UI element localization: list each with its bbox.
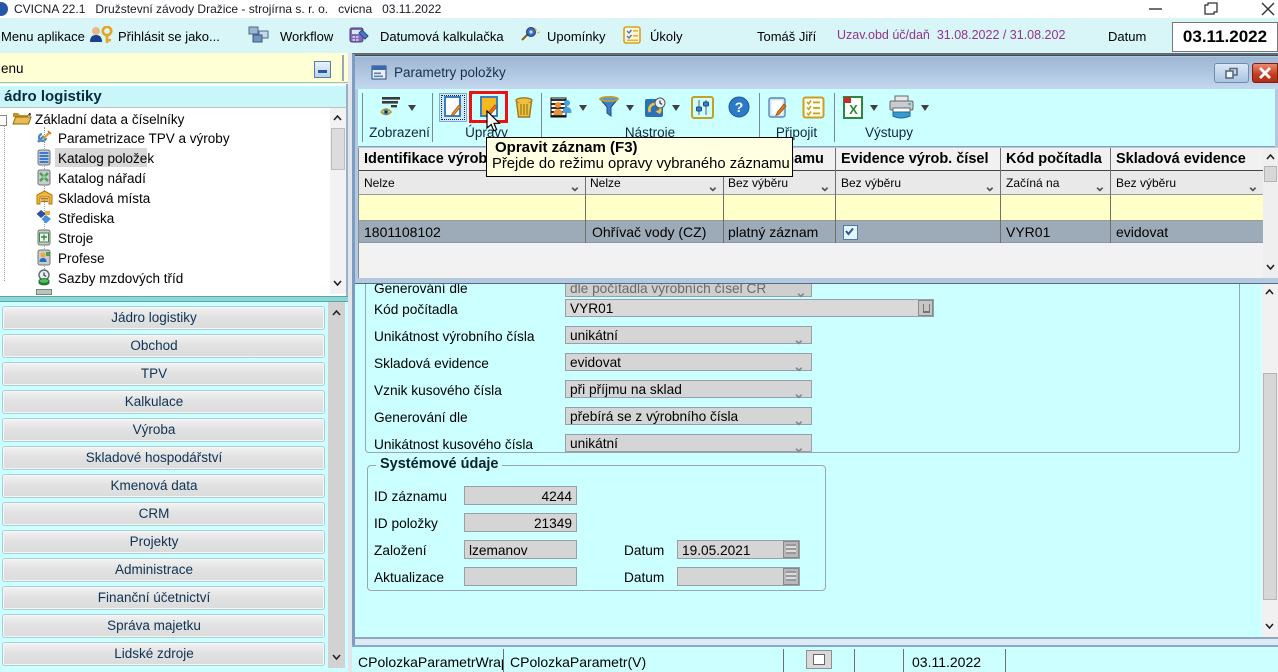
svg-text:?: ? [735,99,744,115]
svg-text:X: X [849,102,858,117]
